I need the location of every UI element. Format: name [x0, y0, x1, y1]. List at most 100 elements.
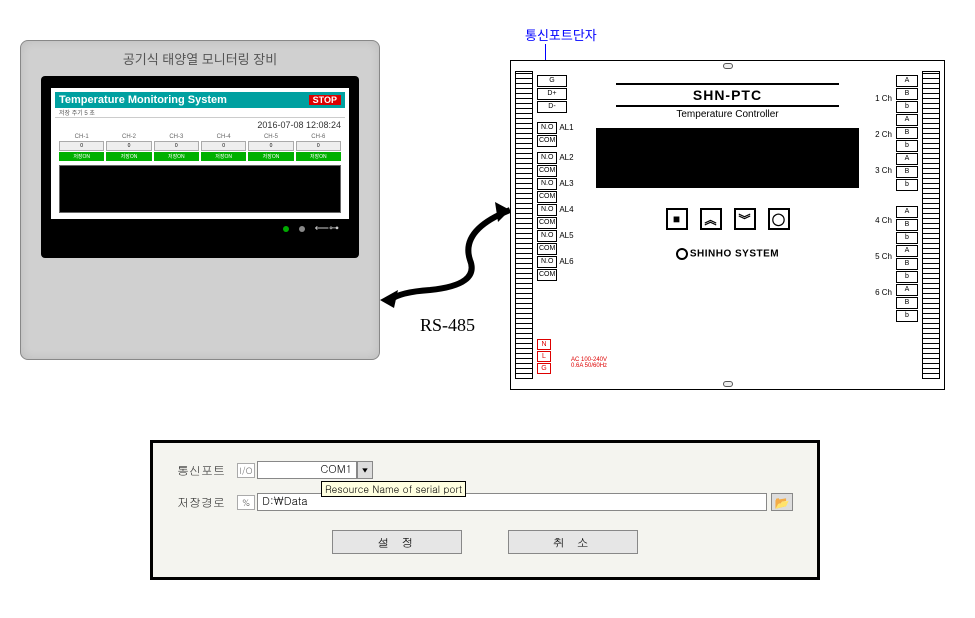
alarm-pin-com: COM [537, 135, 557, 147]
channel-status: 저장ON [248, 152, 293, 161]
alarm-pin-com: COM [537, 165, 557, 177]
monitoring-device-enclosure: 공기식 태양열 모니터링 장비 Temperature Monitoring S… [20, 40, 380, 360]
usb-icon: ⟵⊶ [315, 223, 339, 234]
alarm-2-label: AL2 [557, 152, 573, 178]
controller-lcd [596, 128, 859, 188]
screen-datetime: 2016-07-08 12:08:24 [55, 118, 345, 132]
controller-subtitle: Temperature Controller [596, 109, 859, 120]
channel-label: CH-2 [106, 134, 151, 140]
alarm-pin-com: COM [537, 217, 557, 229]
channel-value: 0 [248, 141, 293, 151]
right-pin-labels: A B b A B b A B b A B b A B b A B b [896, 75, 918, 323]
ch-pin: B [896, 88, 918, 100]
channel-label: CH-3 [154, 134, 199, 140]
alarm-pin-no: N.O [537, 204, 557, 216]
channel-label: CH-5 [248, 134, 293, 140]
up-button[interactable]: ︽ [700, 208, 722, 230]
ch-5-label: 5 Ch [875, 239, 892, 275]
ch-pin: B [896, 258, 918, 270]
channel-4: CH-4 0 저장ON [201, 134, 246, 161]
alarm-pin-no: N.O [537, 152, 557, 164]
channel-label: CH-4 [201, 134, 246, 140]
dialog-buttons: 설 정 취 소 [177, 529, 793, 554]
controller-model: SHN-PTC [596, 87, 859, 103]
cancel-button[interactable]: 취 소 [508, 530, 638, 554]
device-top-label: 공기식 태양열 모니터링 장비 [21, 41, 379, 76]
monitor-status-bar: ⟵⊶ [51, 219, 349, 238]
ch-pin: b [896, 179, 918, 191]
chevron-down-icon[interactable]: ▼ [357, 461, 373, 479]
browse-button[interactable]: 📂 [771, 493, 793, 511]
stop-button[interactable]: STOP [309, 95, 341, 105]
right-terminal-block [922, 71, 940, 379]
alarm-pin-no: N.O [537, 230, 557, 242]
ch-pin: B [896, 297, 918, 309]
comm-pin-dplus: D+ [537, 88, 567, 100]
channel-status: 저장ON [154, 152, 199, 161]
cable-arrow-icon [380, 200, 520, 320]
channel-6: CH-6 0 저장ON [296, 134, 341, 161]
ch-pin: A [896, 114, 918, 126]
alarm-pin-com: COM [537, 243, 557, 255]
ch-6-label: 6 Ch [875, 275, 892, 311]
channel-value: 0 [59, 141, 104, 151]
link-protocol-label: RS-485 [420, 315, 475, 336]
channel-value: 0 [106, 141, 151, 151]
channel-status: 저장ON [59, 152, 104, 161]
settings-dialog: 통신포트 I/O COM1 ▼ Resource Name of serial … [150, 440, 820, 580]
comm-port-value[interactable]: COM1 [257, 461, 357, 479]
temperature-controller: G D+ D- N.OCOMAL1 N.OCOMAL2 N.OCOMAL3 N.… [510, 60, 945, 390]
save-path-label: 저장경로 [177, 494, 237, 511]
alarm-pin-no: N.O [537, 122, 557, 134]
comm-pin-dminus: D- [537, 101, 567, 113]
left-pin-labels: G D+ D- N.OCOMAL1 N.OCOMAL2 N.OCOMAL3 N.… [537, 75, 567, 282]
controller-buttons: ■ ︽ ︾ ◯ [596, 208, 859, 230]
ch-pin: B [896, 219, 918, 231]
save-path-row: 저장경로 % D:\Data 📂 [177, 493, 793, 511]
ch-2-label: 2 Ch [875, 117, 892, 153]
alarm-pin-no: N.O [537, 256, 557, 268]
ch-pin: b [896, 232, 918, 244]
channel-value: 0 [296, 141, 341, 151]
comm-port-row: 통신포트 I/O COM1 ▼ [177, 461, 793, 479]
screen-title: Temperature Monitoring System [59, 94, 227, 106]
alarm-pin-no: N.O [537, 178, 557, 190]
controller-face: SHN-PTC Temperature Controller ■ ︽ ︾ ◯ S… [596, 81, 859, 369]
screw-icon [723, 381, 733, 387]
ch-pin: A [896, 284, 918, 296]
alarm-1-label: AL1 [557, 122, 573, 148]
alarm-pin-com: COM [537, 191, 557, 203]
comm-port-combo[interactable]: COM1 ▼ [257, 461, 373, 479]
ch-pin: A [896, 206, 918, 218]
ch-pin: A [896, 75, 918, 87]
ch-pin: A [896, 245, 918, 257]
path-icon: % [237, 495, 255, 510]
channels-row: CH-1 0 저장ON CH-2 0 저장ON CH-3 0 저장ON CH-4… [55, 132, 345, 163]
power-pins: N L G [537, 339, 551, 375]
alarm-4-label: AL4 [557, 204, 573, 230]
temperature-chart [59, 165, 341, 213]
ch-3-label: 3 Ch [875, 153, 892, 189]
ch-pin: A [896, 153, 918, 165]
power-pin-g: G [537, 363, 551, 374]
ch-4-label: 4 Ch [875, 203, 892, 239]
cycle-button[interactable]: ◯ [768, 208, 790, 230]
comm-pin-g: G [537, 75, 567, 87]
comm-port-callout: 통신포트단자 [525, 25, 597, 44]
down-button[interactable]: ︾ [734, 208, 756, 230]
channel-labels: 1 Ch 2 Ch 3 Ch 4 Ch 5 Ch 6 Ch [875, 81, 892, 311]
channel-status: 저장ON [296, 152, 341, 161]
channel-value: 0 [154, 141, 199, 151]
io-icon: I/O [237, 463, 255, 478]
channel-1: CH-1 0 저장ON [59, 134, 104, 161]
channel-2: CH-2 0 저장ON [106, 134, 151, 161]
ch-1-label: 1 Ch [875, 81, 892, 117]
ch-pin: b [896, 101, 918, 113]
ch-pin: B [896, 166, 918, 178]
comm-port-tooltip: Resource Name of serial port [321, 481, 466, 497]
stop-button[interactable]: ■ [666, 208, 688, 230]
ok-button[interactable]: 설 정 [332, 530, 462, 554]
ch-pin: b [896, 140, 918, 152]
channel-label: CH-6 [296, 134, 341, 140]
ch-pin: b [896, 271, 918, 283]
